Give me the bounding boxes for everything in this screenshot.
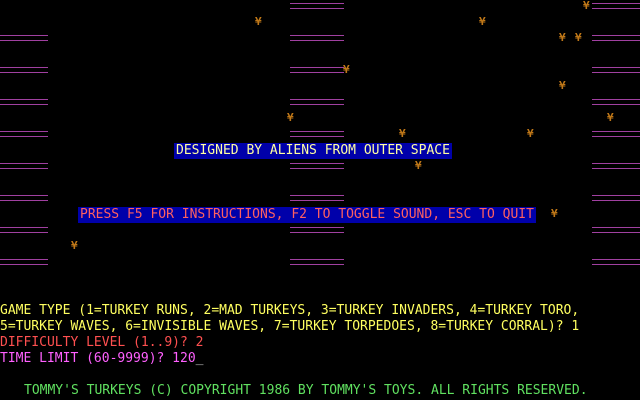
lane-marker — [290, 67, 344, 73]
instructions-banner: PRESS F5 FOR INSTRUCTIONS, F2 TO TOGGLE … — [78, 207, 536, 223]
lane-marker — [592, 259, 640, 265]
difficulty-prompt: DIFFICULTY LEVEL (1..9)? 2 — [0, 335, 204, 350]
lane-marker — [0, 131, 48, 137]
time-limit-prompt[interactable]: TIME LIMIT (60-9999)? 120_ — [0, 351, 204, 367]
lane-marker — [290, 3, 344, 9]
turkey-sprite: ¥ — [551, 207, 558, 220]
turkey-sprite: ¥ — [559, 31, 566, 44]
lane-marker — [0, 35, 48, 41]
turkey-sprite: ¥ — [575, 31, 582, 44]
turkey-sprite: ¥ — [583, 0, 590, 12]
lane-marker — [0, 99, 48, 105]
turkey-sprite: ¥ — [287, 111, 294, 124]
lane-marker — [592, 131, 640, 137]
turkey-sprite: ¥ — [399, 127, 406, 140]
turkey-sprite: ¥ — [479, 15, 486, 28]
turkey-sprite: ¥ — [255, 15, 262, 28]
designed-by-banner: DESIGNED BY ALIENS FROM OUTER SPACE — [174, 143, 452, 159]
lane-marker — [0, 259, 48, 265]
lane-marker — [290, 131, 344, 137]
lane-marker — [0, 163, 48, 169]
lane-marker — [592, 67, 640, 73]
lane-marker — [592, 3, 640, 9]
text-cursor: _ — [195, 351, 204, 366]
turkey-sprite: ¥ — [415, 159, 422, 172]
lane-marker — [592, 227, 640, 233]
lane-marker — [290, 163, 344, 169]
lane-marker — [290, 195, 344, 201]
turkey-sprite: ¥ — [559, 79, 566, 92]
turkey-sprite: ¥ — [527, 127, 534, 140]
lane-marker — [592, 35, 640, 41]
game-type-prompt-line-2: 5=TURKEY WAVES, 6=INVISIBLE WAVES, 7=TUR… — [0, 319, 580, 334]
lane-marker — [0, 195, 48, 201]
lane-marker — [290, 35, 344, 41]
lane-marker — [592, 99, 640, 105]
lane-marker — [0, 227, 48, 233]
lane-marker — [290, 99, 344, 105]
lane-marker — [290, 259, 344, 265]
lane-marker — [592, 163, 640, 169]
time-limit-input[interactable]: TIME LIMIT (60-9999)? 120 — [0, 351, 196, 366]
game-type-prompt-line-1: GAME TYPE (1=TURKEY RUNS, 2=MAD TURKEYS,… — [0, 303, 580, 318]
copyright-footer: TOMMY'S TURKEYS (C) COPYRIGHT 1986 BY TO… — [24, 383, 588, 398]
game-screen: ¥ ¥ ¥ ¥ ¥ ¥ ¥ ¥ ¥ ¥ ¥ ¥ ¥ DESIGNED BY AL… — [0, 0, 640, 400]
turkey-sprite: ¥ — [343, 63, 350, 76]
lane-marker — [0, 67, 48, 73]
lane-marker — [290, 227, 344, 233]
lane-marker — [592, 195, 640, 201]
turkey-sprite: ¥ — [607, 111, 614, 124]
turkey-sprite: ¥ — [71, 239, 78, 252]
